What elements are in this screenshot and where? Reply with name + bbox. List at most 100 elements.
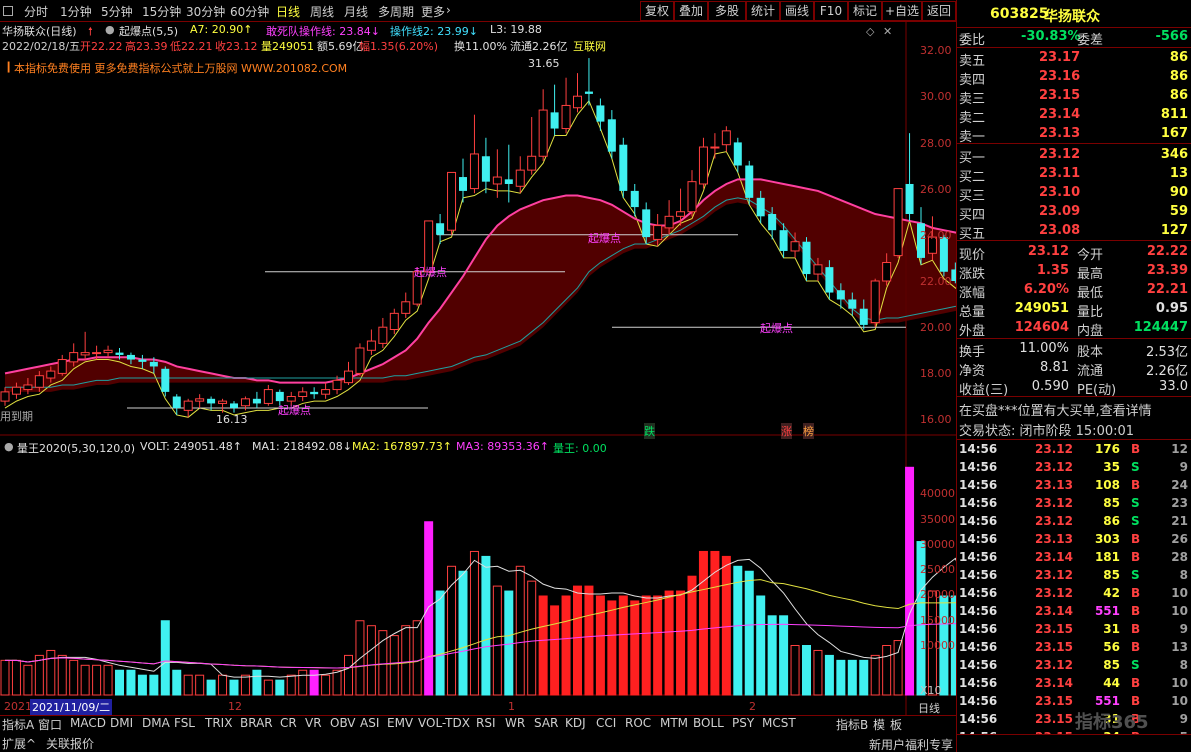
sell-level-row[interactable]: 卖一 23.13 167 — [957, 125, 1191, 145]
candle-body-down — [584, 91, 593, 94]
toolbar-button[interactable]: 复权 — [640, 1, 674, 21]
candle-body-up — [447, 171, 457, 231]
sell-level-row[interactable]: 卖五 23.17 86 — [957, 49, 1191, 69]
candle-body-up — [653, 225, 663, 240]
period-tab[interactable]: 月线 — [344, 3, 368, 20]
indicator-tab[interactable]: BRAR — [240, 716, 273, 730]
period-tab[interactable]: 15分钟 — [142, 3, 181, 20]
kline-chart[interactable] — [0, 22, 956, 716]
level-price: 23.16 — [1039, 69, 1081, 84]
toolbar-button[interactable]: 叠加 — [674, 1, 708, 21]
level-price: 23.08 — [1039, 223, 1081, 238]
tick-price: 23.14 — [1035, 676, 1073, 690]
toolbar-button[interactable]: 返回 — [922, 1, 956, 21]
indicator-tab[interactable]: MCST — [762, 716, 796, 730]
indicator-tab[interactable]: DMA — [142, 716, 170, 730]
indicator-tab[interactable]: TRIX — [205, 716, 232, 730]
toolbar-button[interactable]: F10 — [814, 1, 848, 21]
related-quote-button[interactable]: 关联报价 — [46, 735, 94, 752]
volume-bar — [584, 585, 594, 696]
tick-volume: 551 — [1094, 694, 1120, 708]
period-tab[interactable]: 周线 — [310, 3, 334, 20]
indicator-tab[interactable]: FSL — [174, 716, 195, 730]
volume-bar — [905, 466, 915, 696]
candle-body-down — [252, 398, 261, 404]
buy-level-row[interactable]: 买五 23.08 127 — [957, 222, 1191, 242]
level-volume: 127 — [1160, 223, 1188, 238]
indicator-settings-icon[interactable]: ● — [4, 440, 14, 453]
toolbar-button[interactable]: +自选 — [882, 1, 922, 21]
candle-body-down — [939, 237, 948, 272]
indicator-tab[interactable]: PSY — [732, 716, 754, 730]
fund-label: 换手 — [959, 345, 986, 360]
indicator-tab[interactable]: ROC — [625, 716, 651, 730]
indicator-tab-b[interactable]: 指标B — [836, 716, 868, 733]
buy-level-row[interactable]: 买一 23.12 346 — [957, 146, 1191, 166]
indicator-tab[interactable]: MTM — [660, 716, 688, 730]
volume-bar — [653, 595, 663, 696]
sell-level-row[interactable]: 卖三 23.15 86 — [957, 87, 1191, 107]
indicator-tab[interactable]: ASI — [360, 716, 379, 730]
indicator-tab[interactable]: 指标A — [2, 716, 34, 733]
indicator-tab[interactable]: EMV — [387, 716, 413, 730]
indicator-tab[interactable]: RSI — [476, 716, 496, 730]
price-tick: 22.00 — [920, 275, 952, 288]
vol-indicator-name[interactable]: 量王2020(5,30,120,0) — [17, 440, 135, 456]
indicator-settings-icon[interactable]: ● — [105, 23, 115, 36]
close-icon[interactable]: ✕ — [883, 25, 892, 38]
period-tab[interactable]: 分时 — [24, 3, 48, 20]
indicator-name[interactable]: 起爆点(5,5) — [119, 23, 178, 39]
volume-bar — [698, 550, 708, 696]
big-order-notice[interactable]: 在买盘***位置有大买单,查看详情 — [957, 399, 1191, 419]
period-tab[interactable]: 5分钟 — [101, 3, 133, 20]
template-tab[interactable]: 模 — [873, 716, 885, 733]
tick-count: 9 — [1179, 460, 1188, 474]
indicator-tab[interactable]: VOL-TDX — [418, 716, 470, 730]
toolbar-button[interactable]: 多股 — [708, 1, 746, 21]
tick-volume: 42 — [1103, 586, 1120, 600]
indicator-tab[interactable]: CR — [280, 716, 297, 730]
buy-level-row[interactable]: 买四 23.09 59 — [957, 203, 1191, 223]
toolbar-button[interactable]: 标记 — [848, 1, 882, 21]
buy-level-row[interactable]: 买二 23.11 13 — [957, 165, 1191, 185]
weicha-label: 委差 — [1077, 33, 1104, 48]
new-user-link[interactable]: 新用户福利专享 — [869, 736, 953, 752]
promo-notice[interactable]: 本指标免费使用 更多免费指标公式就上万股网 WWW.201082.COM — [14, 60, 347, 76]
more-arrow-icon[interactable]: › — [446, 3, 451, 17]
layout-icon[interactable] — [3, 6, 13, 16]
volume-bar — [92, 664, 102, 696]
indicator-tab[interactable]: OBV — [330, 716, 356, 730]
bomb-point-label: 起爆点 — [278, 404, 311, 417]
buy-level-row[interactable]: 买三 23.10 90 — [957, 184, 1191, 204]
indicator-tab[interactable]: CCI — [596, 716, 616, 730]
indicator-tab[interactable]: 窗口 — [38, 716, 62, 733]
tick-price: 23.15 — [1035, 622, 1073, 636]
indicator-tab[interactable]: KDJ — [565, 716, 586, 730]
period-tab[interactable]: 更多 — [421, 3, 445, 20]
indicator-tab[interactable]: MACD — [70, 716, 106, 730]
indicator-tab[interactable]: VR — [305, 716, 322, 730]
period-tab[interactable]: 多周期 — [378, 3, 414, 20]
expand-button[interactable]: 扩展^ — [2, 735, 36, 752]
candle-body-up — [401, 301, 411, 314]
stat-value: 124447 — [1133, 320, 1188, 335]
volume-tick: 20000 — [920, 588, 955, 601]
indicator-tab[interactable]: BOLL — [693, 716, 724, 730]
level-label: 买三 — [959, 189, 986, 204]
toolbar-button[interactable]: 画线 — [780, 1, 814, 21]
indicator-tab[interactable]: DMI — [110, 716, 133, 730]
board-tab[interactable]: 板 — [890, 716, 902, 733]
toolbar-button[interactable]: 统计 — [746, 1, 780, 21]
period-tab[interactable]: 1分钟 — [60, 3, 92, 20]
period-tab[interactable]: 30分钟 — [186, 3, 225, 20]
vol-ma2: MA2: 167897.73↑ — [352, 440, 452, 453]
diamond-icon[interactable]: ◇ — [866, 25, 874, 38]
sell-level-row[interactable]: 卖四 23.16 86 — [957, 68, 1191, 88]
period-tab[interactable]: 60分钟 — [230, 3, 269, 20]
indicator-tab[interactable]: WR — [505, 716, 525, 730]
indicator-tab[interactable]: SAR — [534, 716, 558, 730]
period-tab-active[interactable]: 日线 — [276, 3, 300, 20]
sell-level-row[interactable]: 卖二 23.14 811 — [957, 106, 1191, 126]
fund-value: 0.590 — [1031, 379, 1069, 394]
info-concept[interactable]: 互联网 — [573, 38, 606, 54]
